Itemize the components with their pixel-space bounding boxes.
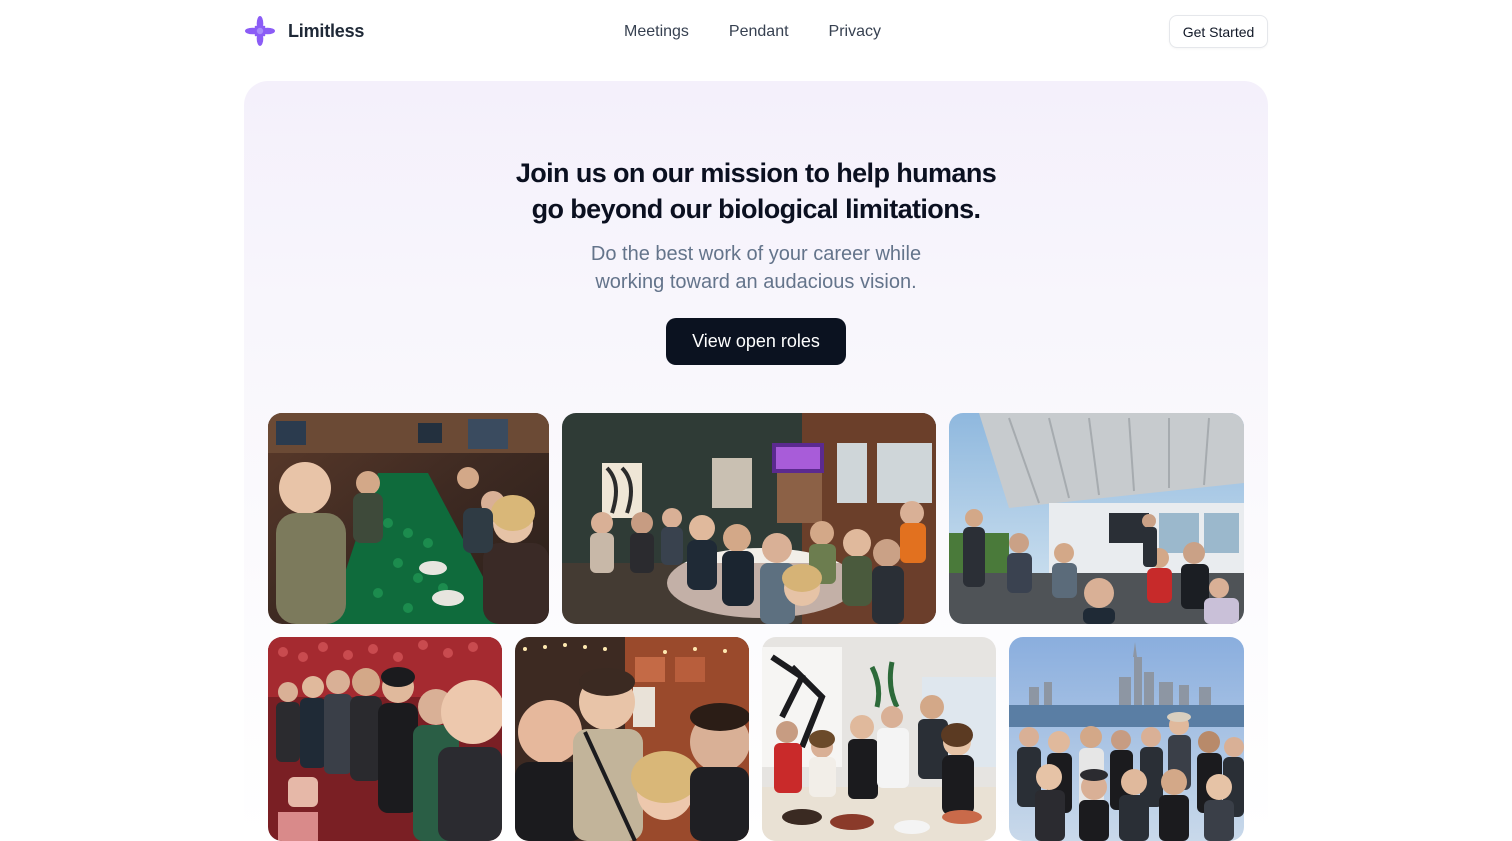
brand-name: Limitless — [288, 20, 365, 41]
hero-title-line-2: go beyond our biological limitations. — [531, 194, 981, 224]
nav-link-meetings[interactable]: Meetings — [624, 20, 689, 44]
team-dinner-photo — [268, 413, 549, 624]
hero-subtitle-line-1: Do the best work of your career while — [590, 243, 922, 265]
view-open-roles-button[interactable]: View open roles — [666, 318, 846, 365]
team-party-photo — [762, 637, 996, 841]
nav-link-privacy[interactable]: Privacy — [829, 20, 881, 44]
hero-title-line-1: Join us on our mission to help humans — [515, 158, 997, 188]
team-patio-photo — [949, 413, 1244, 624]
limitless-logo-icon — [245, 16, 275, 46]
brand-link[interactable]: Limitless — [244, 15, 364, 47]
nav-link-pendant[interactable]: Pendant — [729, 20, 789, 44]
get-started-button[interactable]: Get Started — [1169, 15, 1268, 48]
team-bar-selfie-photo — [515, 637, 749, 841]
team-group-dinner-photo — [562, 413, 936, 624]
hero-title: Join us on our mission to help humans go… — [244, 155, 1268, 227]
main-nav: Meetings Pendant Privacy — [624, 20, 881, 44]
hero-section: Join us on our mission to help humans go… — [244, 81, 1268, 841]
hero-subtitle: Do the best work of your career while wo… — [244, 240, 1268, 296]
hero-subtitle-line-2: working toward an audacious vision. — [595, 271, 917, 293]
team-arena-selfie-photo — [268, 637, 502, 841]
site-header: Limitless Meetings Pendant Privacy Get S… — [0, 0, 1512, 64]
team-skyline-group-photo — [1009, 637, 1244, 841]
